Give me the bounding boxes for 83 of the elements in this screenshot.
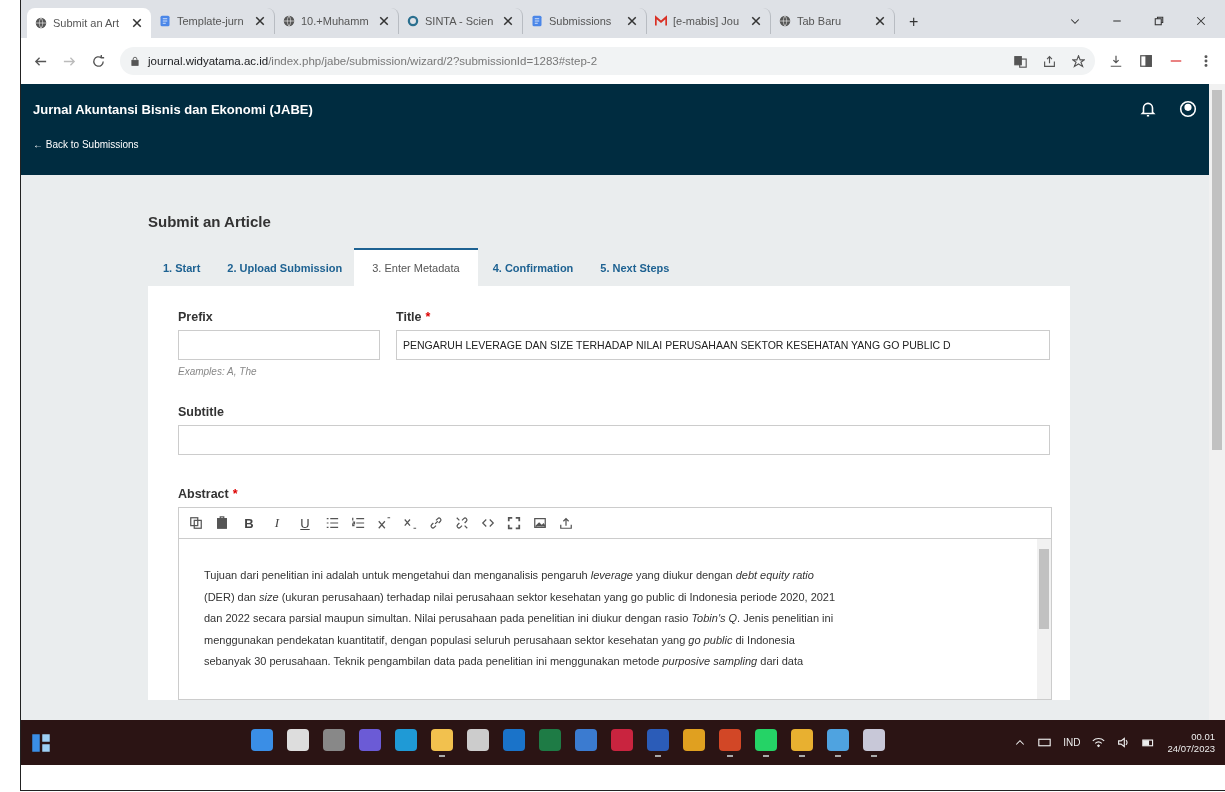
required-mark: * — [425, 310, 431, 324]
user-icon[interactable] — [1179, 100, 1197, 118]
new-tab-button[interactable]: + — [909, 13, 923, 27]
globe-icon — [283, 15, 295, 27]
taskbar-app-button[interactable] — [863, 728, 885, 757]
step-tab[interactable]: 1. Start — [148, 248, 213, 286]
taskbar-app-button[interactable] — [827, 728, 849, 757]
document-icon — [159, 15, 171, 27]
bell-icon[interactable] — [1139, 100, 1157, 118]
globe-icon — [35, 17, 47, 29]
copy-icon[interactable] — [189, 516, 203, 530]
taskbar-app-button[interactable] — [791, 728, 813, 757]
numbered-list-icon[interactable] — [351, 516, 365, 530]
field-label: Title — [396, 310, 422, 324]
globe-icon — [779, 15, 791, 27]
step-tab[interactable]: 4. Confirmation — [477, 248, 586, 286]
prefix-field[interactable] — [178, 330, 380, 360]
page-title: Submit an Article — [148, 213, 272, 230]
widgets-icon[interactable] — [31, 732, 51, 753]
close-icon[interactable] — [626, 15, 638, 27]
volume-icon[interactable] — [1117, 736, 1131, 749]
step-tab[interactable]: 5. Next Steps — [585, 248, 682, 286]
close-icon[interactable] — [750, 15, 762, 27]
required-mark: * — [232, 487, 238, 501]
fullscreen-icon[interactable] — [507, 516, 521, 530]
journal-title: Jurnal Akuntansi Bisnis dan Ekonomi (JABE) — [33, 101, 314, 117]
close-icon[interactable] — [502, 15, 514, 27]
browser-tab[interactable]: Submit an Art — [27, 8, 151, 38]
browser-tab[interactable]: 10.+Muhamm — [275, 8, 399, 34]
clock-time: 00.01 — [1191, 730, 1215, 743]
italic-button[interactable]: I — [263, 515, 291, 531]
field-label: Abstract — [178, 487, 229, 501]
star-icon[interactable] — [1072, 54, 1085, 68]
lock-icon[interactable] — [130, 56, 140, 66]
close-icon[interactable] — [874, 15, 886, 27]
close-icon[interactable] — [378, 15, 390, 27]
browser-tab[interactable]: SINTA - Scien — [399, 8, 523, 34]
step-tab[interactable]: 2. Upload Submission — [212, 248, 355, 286]
share-icon[interactable] — [1043, 54, 1056, 68]
address-bar[interactable]: journal.widyatama.ac.id/index.php/jabe/submission/wizard/2?submissionId=1283#step-2 — [120, 47, 1095, 75]
wifi-icon[interactable] — [1092, 736, 1106, 749]
bullet-list-icon[interactable] — [325, 516, 339, 530]
subtitle-field[interactable] — [178, 425, 1050, 455]
side-panel-icon[interactable] — [1139, 54, 1153, 68]
upload-icon[interactable] — [559, 516, 573, 530]
bold-button[interactable]: B — [235, 515, 263, 531]
back-link[interactable]: ← Back to Submissions — [33, 139, 1197, 150]
clock-date: 24/07/2023 — [1167, 742, 1215, 755]
browser-tab[interactable]: Submissions — [523, 8, 647, 34]
close-icon[interactable] — [1195, 15, 1207, 27]
document-icon — [531, 15, 543, 27]
superscript-icon[interactable] — [377, 516, 391, 530]
page-scrollbar[interactable] — [1209, 84, 1225, 720]
paste-icon[interactable] — [215, 516, 229, 530]
underline-button[interactable]: U — [291, 515, 319, 531]
scrollbar[interactable] — [1037, 539, 1051, 699]
close-icon[interactable] — [254, 15, 266, 27]
step-tab[interactable]: 3. Enter Metadata — [354, 248, 478, 286]
browser-tab[interactable]: Template-jurn — [151, 8, 275, 34]
battery-icon[interactable] — [1142, 736, 1156, 749]
field-hint: Examples: A, The — [178, 366, 258, 377]
close-icon[interactable] — [131, 17, 143, 29]
browser-tab[interactable]: [e-mabis] Jou — [647, 8, 771, 34]
mail-icon — [655, 15, 667, 27]
unlink-icon[interactable] — [455, 516, 469, 530]
image-icon[interactable] — [533, 516, 547, 530]
link-icon[interactable] — [429, 516, 443, 530]
translate-icon[interactable] — [1014, 54, 1027, 68]
keyboard-icon[interactable] — [1038, 736, 1052, 749]
abstract-text[interactable]: Tujuan dari penelitian ini adalah untuk mengetahui dan menganalisis pengaruh leverage yang diukur dengan debt equity ratio (DER) dan size (ukuran perusahaan) terhadap nilai perusahaan sektor kesehatan yang go public di Indonesia periode 2020, 2021 dan 2022 secara parsial maupun simultan. Nilai perusahaan pada penelitian ini diukur dengan rasio Tobin's Q. Jenis penelitian ini menggunakan pendekatan kuantitatif, dengan populasi seluruh perusahaan sektor kesehatan yang go public di Indonesia sebanyak 30 perusahaan. Teknik pengambilan data pada penelitian ini menggunakan metode purposive sampling dari data — [179, 539, 1037, 699]
taskbar-app-button[interactable] — [431, 728, 453, 757]
restore-icon[interactable] — [1153, 15, 1165, 27]
code-icon[interactable] — [481, 516, 495, 530]
subscript-icon[interactable] — [403, 516, 417, 530]
reload-icon[interactable] — [91, 53, 106, 69]
field-label: Subtitle — [178, 405, 224, 419]
field-label: Prefix — [178, 310, 213, 324]
title-field[interactable]: PENGARUH LEVERAGE DAN SIZE TERHADAP NILAI PERUSAHAAN SEKTOR KESEHATAN YANG GO PUBLIC D — [396, 330, 1050, 360]
download-icon[interactable] — [1109, 54, 1123, 68]
ring-icon — [407, 15, 419, 27]
taskbar-app-button[interactable] — [755, 728, 777, 757]
language-indicator[interactable]: IND — [1063, 737, 1081, 748]
browser-tab[interactable]: Tab Baru — [771, 8, 895, 34]
